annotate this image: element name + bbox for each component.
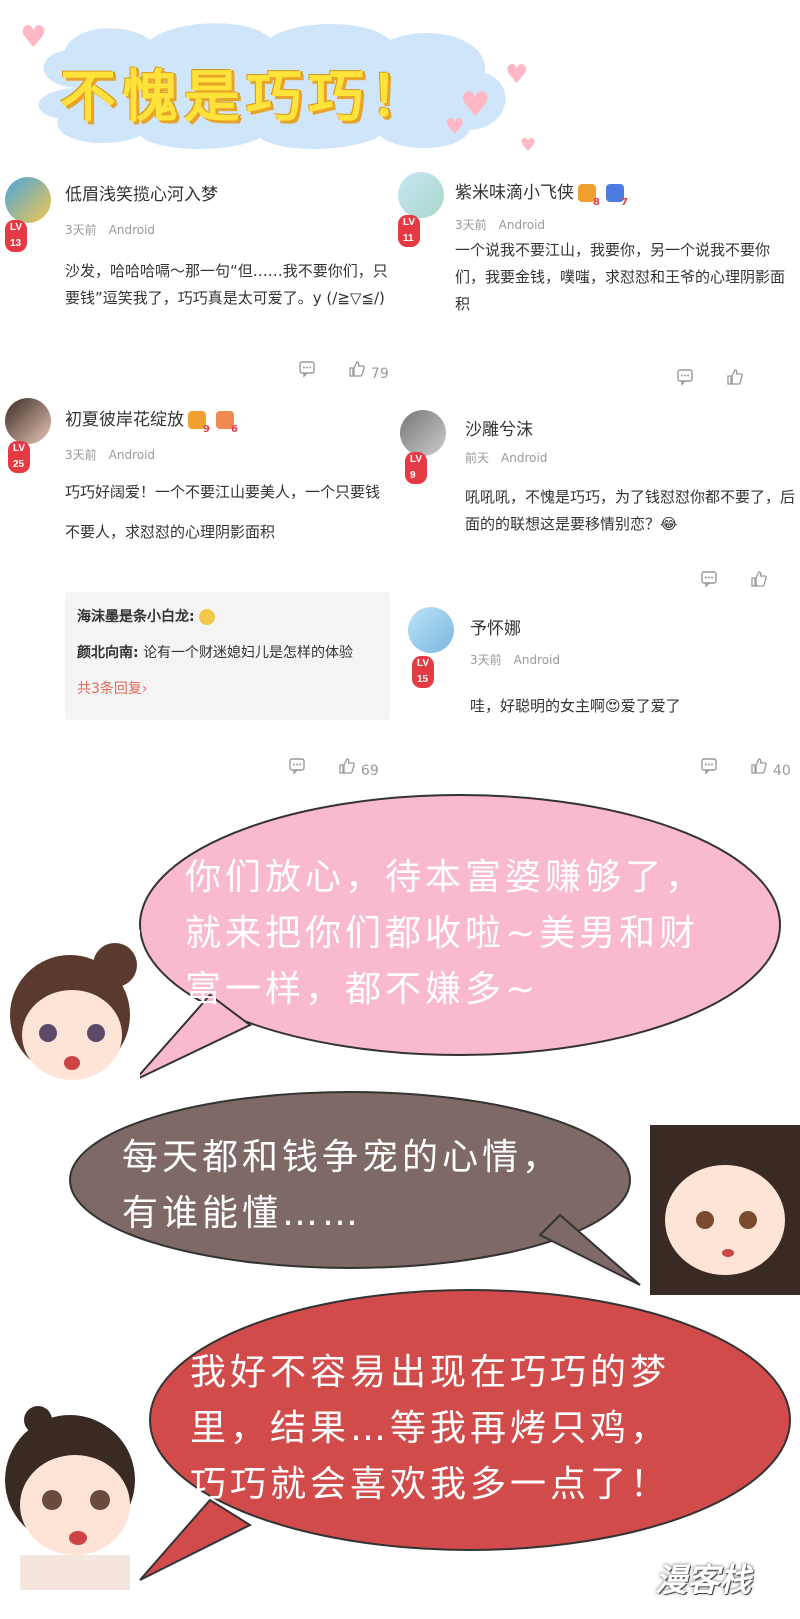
comment-actions: 69 <box>260 757 379 779</box>
reply-icon[interactable] <box>700 570 718 592</box>
character-boy-illustration <box>0 1390 150 1590</box>
username-text: 紫米味滴小飞侠 <box>455 183 574 203</box>
comment-actions: 40 <box>672 757 791 779</box>
avatar[interactable] <box>400 410 446 456</box>
watermark-logo: 漫客栈 <box>655 1561 752 1599</box>
comment-text: 哇，好聪明的女主啊😍爱了爱了 <box>470 697 681 715</box>
page-title: 不愧是巧巧！ <box>60 65 432 130</box>
reply-author: 海沫墨是条小白龙: <box>77 609 195 625</box>
like-count: 40 <box>772 763 791 779</box>
avatar[interactable] <box>5 398 51 444</box>
username[interactable]: 紫米味滴小飞侠 8 7 <box>455 178 628 208</box>
like-count: 69 <box>360 763 379 779</box>
comment-time: 3天前 <box>455 218 487 232</box>
username[interactable]: 沙雕兮沫 <box>465 415 533 440</box>
username[interactable]: 初夏彼岸花绽放 9 6 <box>65 405 238 435</box>
level-badge: LV 25 <box>8 441 31 473</box>
heart-icon: ♥ <box>445 115 465 140</box>
comment-device: Android <box>513 653 561 667</box>
comment-meta: 3天前 Android <box>65 446 167 463</box>
medal-icon: 7 <box>606 184 628 208</box>
avatar[interactable] <box>408 607 454 653</box>
like-count: 79 <box>370 366 389 382</box>
reply-text: 论有一个财迷媳妇儿是怎样的体验 <box>143 645 354 661</box>
avatar[interactable] <box>398 172 444 218</box>
like-button[interactable]: 69 <box>338 757 379 779</box>
reply-item: 海沫墨是条小白龙: <box>77 606 216 626</box>
badge-count: 8 <box>593 197 600 208</box>
speech-text: 每天都和钱争宠的心情， 有谁能懂…… <box>122 1137 563 1234</box>
view-more-replies-link[interactable]: 共3条回复› <box>77 678 148 698</box>
comment-meta: 3天前 Android <box>455 216 557 233</box>
character-man-illustration <box>640 1125 800 1295</box>
thumb-up-icon <box>751 758 768 774</box>
speech-text: 我好不容易出现在巧巧的梦 里，结果…等我再烤只鸡， 巧巧就会喜欢我多一点了！ <box>190 1352 671 1505</box>
reply-icon[interactable] <box>676 368 694 390</box>
comment-text: 巧巧好阔爱！一个不要江山要美人，一个只要钱不要人，求怼怼的心理阴影面积 <box>65 483 381 541</box>
heart-icon: ♥ <box>505 60 529 90</box>
comment-text: 吼吼吼，不愧是巧巧，为了钱怼怼你都不要了，后面的的联想这是要移情别恋？😂 <box>465 488 796 533</box>
comment-device: Android <box>501 451 548 465</box>
comment-device: Android <box>108 448 156 462</box>
thumb-up-icon <box>349 361 366 377</box>
badge-count: 6 <box>231 424 238 435</box>
speech-text: 你们放心，待本富婆赚够了， 就来把你们都收啦~美男和财 富一样，都不嫌多~ <box>185 857 706 1010</box>
username[interactable]: 予怀娜 <box>470 614 521 639</box>
like-button[interactable]: 79 <box>348 360 389 382</box>
medal-icon: 9 <box>188 411 210 435</box>
level-badge: LV 9 <box>405 452 428 484</box>
comment-device: Android <box>108 223 156 237</box>
like-button[interactable] <box>726 368 744 390</box>
character-girl-illustration <box>0 935 140 1095</box>
username[interactable]: 低眉浅笑揽心河入梦 <box>65 180 218 205</box>
heart-icon: ♥ <box>520 135 537 156</box>
comment-text: 一个说我不要江山，我要你，另一个说我不要你们，我要金钱，噗嗤，求怼怼和王爷的心理… <box>455 241 786 313</box>
like-button[interactable]: 40 <box>750 757 791 779</box>
reply-icon[interactable] <box>700 757 718 779</box>
thumb-up-icon <box>339 758 356 774</box>
reply-item: 颜北向南: 论有一个财迷媳妇儿是怎样的体验 <box>77 642 353 662</box>
comment-time: 3天前 <box>65 448 97 462</box>
comment-meta: 3天前 Android <box>470 651 572 668</box>
heart-icon: ♥ <box>20 20 47 55</box>
comment-time: 3天前 <box>470 653 502 667</box>
thumb-up-icon <box>727 369 744 385</box>
comment-actions <box>648 368 744 390</box>
emoji-icon <box>199 609 216 625</box>
avatar[interactable] <box>5 177 51 223</box>
badge-count: 9 <box>203 424 210 435</box>
comment-meta: 前天 Android <box>465 449 559 466</box>
medal-icon: 8 <box>578 184 600 208</box>
username-text: 初夏彼岸花绽放 <box>65 410 184 430</box>
comment-device: Android <box>498 218 546 232</box>
comment-time: 前天 <box>465 451 490 465</box>
comment-text: 沙发，哈哈哈嗝～那一句“但……我不要你们，只要钱”逗笑我了，巧巧真是太可爱了。y… <box>65 262 388 307</box>
badge-count: 7 <box>621 197 628 208</box>
thumb-up-icon <box>751 571 768 587</box>
comment-actions: 79 <box>270 360 389 382</box>
comment-actions <box>672 570 768 592</box>
level-badge: LV 15 <box>412 656 435 688</box>
reply-box[interactable]: 海沫墨是条小白龙: 颜北向南: 论有一个财迷媳妇儿是怎样的体验 共3条回复› <box>65 592 390 720</box>
level-badge: LV 13 <box>5 220 28 252</box>
gamepad-icon: 6 <box>216 411 238 435</box>
comment-meta: 3天前 Android <box>65 221 167 238</box>
level-badge: LV 11 <box>398 215 421 247</box>
reply-icon[interactable] <box>298 360 316 382</box>
reply-icon[interactable] <box>288 757 306 779</box>
comment-time: 3天前 <box>65 223 97 237</box>
like-button[interactable] <box>750 570 768 592</box>
reply-author: 颜北向南: <box>77 645 139 661</box>
